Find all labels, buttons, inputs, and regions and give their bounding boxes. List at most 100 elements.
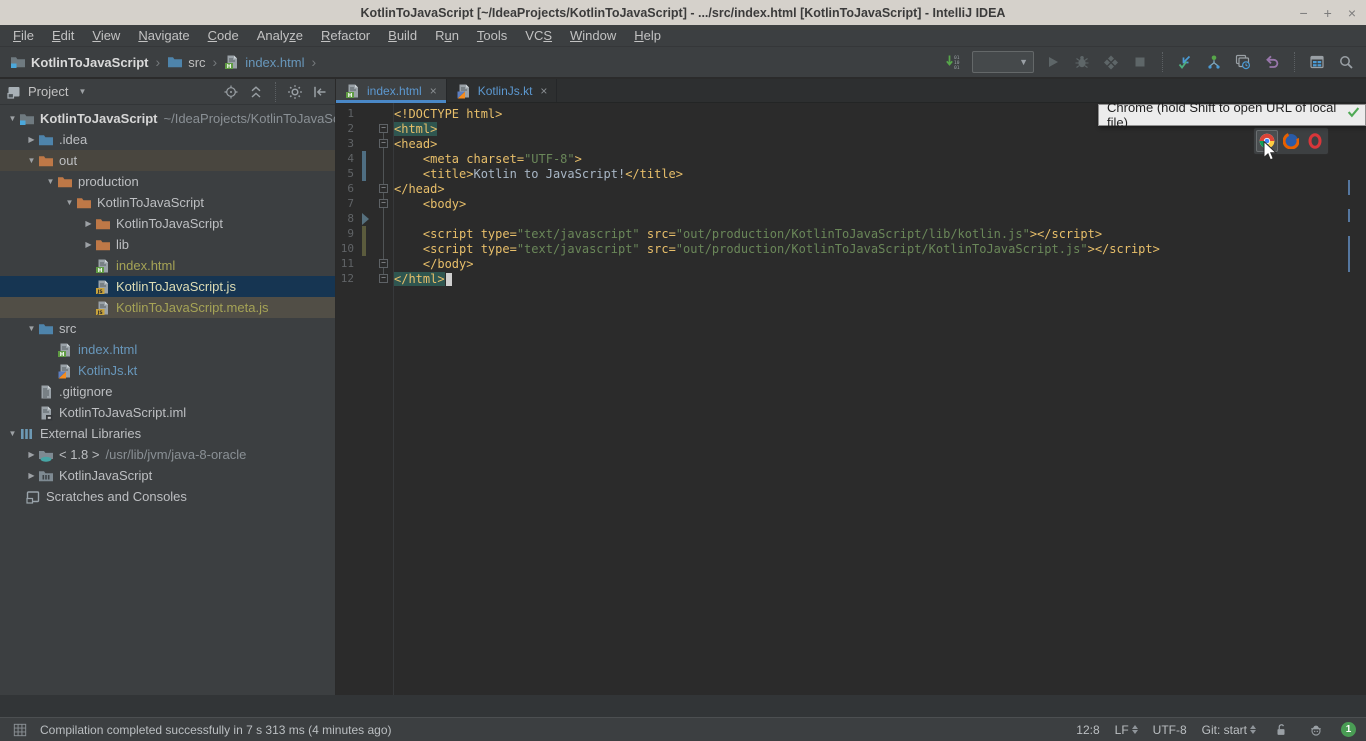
git-branch-selector[interactable]: Git: start	[1202, 723, 1256, 737]
fold-marker-icon[interactable]: −	[379, 259, 388, 268]
tree-row-index.html[interactable]: Hindex.html	[0, 339, 335, 360]
fold-marker-icon[interactable]: −	[379, 184, 388, 193]
tree-row-index.html[interactable]: Hindex.html	[0, 255, 335, 276]
menu-code[interactable]: Code	[199, 25, 248, 46]
recent-changes-icon[interactable]	[1233, 52, 1253, 72]
debug-button[interactable]	[1072, 52, 1092, 72]
menu-file[interactable]: File	[4, 25, 43, 46]
maximize-button[interactable]: +	[1324, 6, 1332, 20]
menu-vcs[interactable]: VCS	[516, 25, 561, 46]
menu-help[interactable]: Help	[625, 25, 670, 46]
tab-label: index.html	[367, 83, 422, 98]
vcs-change-marker-added[interactable]	[362, 226, 366, 256]
menu-tools[interactable]: Tools	[468, 25, 516, 46]
tree-row-< 1.8 >[interactable]: ▶ < 1.8 > /usr/lib/jvm/java-8-oracle	[0, 444, 335, 465]
close-icon[interactable]: ×	[540, 84, 547, 98]
open-in-opera-button[interactable]	[1304, 130, 1326, 152]
coverage-button[interactable]	[1101, 52, 1121, 72]
tree-row-KotlinToJavaScript.meta.js[interactable]: JS KotlinToJavaScript.meta.js	[0, 297, 335, 318]
breadcrumb-KotlinToJavaScript[interactable]: KotlinToJavaScript	[10, 54, 149, 70]
chevron-down-icon[interactable]: ▼	[6, 429, 19, 438]
tab-KotlinJs.kt[interactable]: KotlinJs.kt ×	[446, 79, 558, 102]
fold-marker-icon[interactable]: −	[379, 124, 388, 133]
vcs-commit-icon[interactable]	[1204, 52, 1224, 72]
minimize-button[interactable]: −	[1299, 6, 1307, 20]
editor[interactable]: 1 <!DOCTYPE html> 2 <html> 3 <head> 4 <meta ch…	[336, 103, 1366, 695]
inspection-status-icon[interactable]	[1347, 106, 1360, 124]
build-project-icon[interactable]: 01 10 01	[943, 52, 963, 72]
project-view-selector[interactable]: Project ▼	[6, 84, 86, 100]
gear-icon[interactable]	[286, 83, 304, 101]
menu-analyze[interactable]: Analyze	[248, 25, 312, 46]
tree-row-Scratches and Consoles[interactable]: Scratches and Consoles	[0, 486, 335, 507]
chevron-right-icon[interactable]: ▶	[25, 135, 38, 144]
code-line: 12 </html>	[336, 271, 1366, 286]
tree-row-production[interactable]: ▼ production	[0, 171, 335, 192]
tree-label: KotlinJavaScript	[59, 468, 153, 483]
vcs-update-icon[interactable]	[1175, 52, 1195, 72]
chevron-right-icon[interactable]: ▶	[25, 450, 38, 459]
hide-panel-icon[interactable]	[311, 83, 329, 101]
notification-badge[interactable]: 1	[1341, 722, 1356, 737]
open-in-firefox-button[interactable]	[1280, 130, 1302, 152]
chevron-right-icon[interactable]: ▶	[82, 240, 95, 249]
line-separator-selector[interactable]: LF	[1115, 723, 1138, 737]
tree-row-External Libraries[interactable]: ▼ External Libraries	[0, 423, 335, 444]
scrollbar-change-mark[interactable]	[1348, 236, 1350, 272]
chevron-down-icon[interactable]: ▼	[44, 177, 57, 186]
scroll-to-source-icon[interactable]	[222, 83, 240, 101]
tree-row-lib[interactable]: ▶ lib	[0, 234, 335, 255]
chevron-down-icon[interactable]: ▼	[25, 324, 38, 333]
run-configuration-select[interactable]: ▼	[972, 51, 1034, 73]
file-encoding[interactable]: UTF-8	[1153, 723, 1187, 737]
chevron-down-icon[interactable]: ▼	[6, 114, 19, 123]
tree-row-KotlinToJavaScript.iml[interactable]: KotlinToJavaScript.iml	[0, 402, 335, 423]
search-everywhere-icon[interactable]	[1336, 52, 1356, 72]
fold-marker-icon[interactable]: −	[379, 274, 388, 283]
tab-index.html[interactable]: Hindex.html ×	[336, 79, 447, 103]
tree-row-out[interactable]: ▼ out	[0, 150, 335, 171]
breadcrumb-index.html[interactable]: Hindex.html	[224, 54, 304, 70]
menu-run[interactable]: Run	[426, 25, 468, 46]
tree-row-src[interactable]: ▼ src	[0, 318, 335, 339]
undo-icon[interactable]	[1262, 52, 1282, 72]
tree-row-.gitignore[interactable]: .gitignore	[0, 381, 335, 402]
tree-row-KotlinToJavaScript[interactable]: ▼ KotlinToJavaScript ~/IdeaProjects/Kotlin…	[0, 108, 335, 129]
run-button[interactable]	[1043, 52, 1063, 72]
fold-marker-icon[interactable]: −	[379, 139, 388, 148]
project-structure-icon[interactable]	[1307, 52, 1327, 72]
menu-build[interactable]: Build	[379, 25, 426, 46]
fold-marker-icon[interactable]: −	[379, 199, 388, 208]
vcs-change-marker-modified[interactable]	[362, 151, 366, 181]
collapse-all-icon[interactable]	[247, 83, 265, 101]
menu-window[interactable]: Window	[561, 25, 625, 46]
close-button[interactable]: ×	[1348, 6, 1356, 20]
menu-view[interactable]: View	[83, 25, 129, 46]
close-icon[interactable]: ×	[430, 84, 437, 98]
stop-button[interactable]	[1130, 52, 1150, 72]
scrollbar-change-mark[interactable]	[1348, 180, 1350, 195]
chevron-down-icon[interactable]: ▼	[25, 156, 38, 165]
tree-row-KotlinToJavaScript[interactable]: ▼ KotlinToJavaScript	[0, 192, 335, 213]
tool-window-switcher-icon[interactable]	[10, 720, 30, 740]
scrollbar-change-mark[interactable]	[1348, 209, 1350, 222]
menu-refactor[interactable]: Refactor	[312, 25, 379, 46]
caret-position[interactable]: 12:8	[1076, 723, 1099, 737]
readonly-lock-icon[interactable]	[1271, 720, 1291, 740]
tree-row-KotlinJavaScript[interactable]: ▶ KotlinJavaScript	[0, 465, 335, 486]
tree-row-KotlinToJavaScript[interactable]: ▶ KotlinToJavaScript	[0, 213, 335, 234]
tree-row-KotlinJs.kt[interactable]: KotlinJs.kt	[0, 360, 335, 381]
highlighting-level-icon[interactable]	[1306, 720, 1326, 740]
tree-row-.idea[interactable]: ▶ .idea	[0, 129, 335, 150]
chevron-down-icon[interactable]: ▼	[63, 198, 76, 207]
vcs-change-marker-deleted[interactable]	[362, 213, 369, 225]
tooltip-text: Chrome (hold Shift to open URL of local …	[1107, 100, 1337, 130]
menu-navigate[interactable]: Navigate	[129, 25, 198, 46]
tree-row-KotlinToJavaScript.js[interactable]: JS KotlinToJavaScript.js	[0, 276, 335, 297]
code-line: 5 <title>Kotlin to JavaScript!</title>	[336, 166, 1366, 181]
html-icon: H	[57, 342, 75, 358]
chevron-right-icon[interactable]: ▶	[82, 219, 95, 228]
chevron-right-icon[interactable]: ▶	[25, 471, 38, 480]
breadcrumb-src[interactable]: src	[167, 54, 206, 70]
menu-edit[interactable]: Edit	[43, 25, 83, 46]
